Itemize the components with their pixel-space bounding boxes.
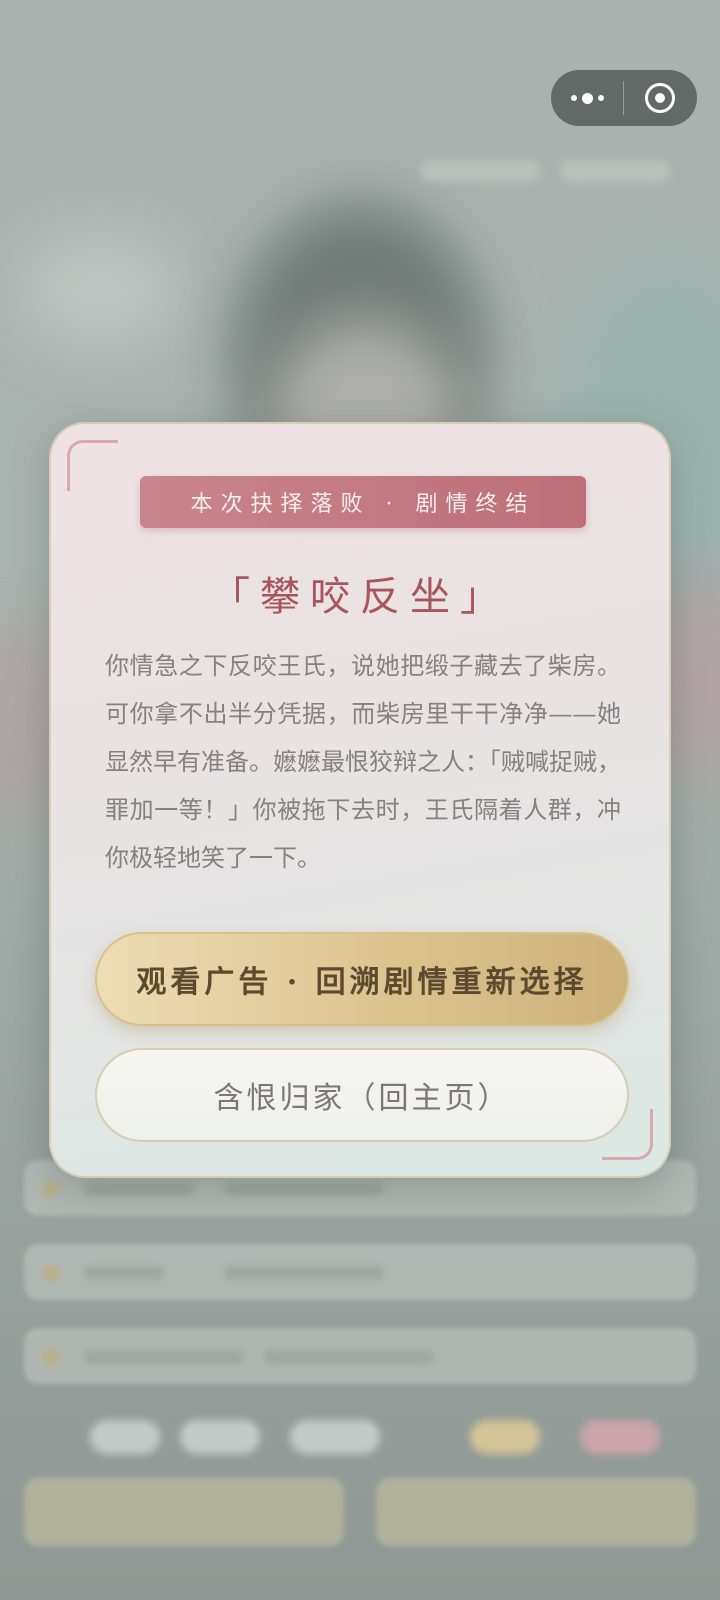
corner-ornament-top-left (67, 440, 118, 491)
watch-ad-rewind-button[interactable]: 观看广告 · 回溯剧情重新选择 (95, 932, 629, 1026)
ending-modal: 本次抉择落败 · 剧情终结 「攀咬反坐」 你情急之下反咬王氏，说她把缎子藏去了柴… (49, 422, 671, 1178)
ending-description: 你情急之下反咬王氏，说她把缎子藏去了柴房。可你拿不出半分凭据，而柴房里干干净净—… (105, 652, 621, 872)
background-tag-blur (180, 1420, 260, 1454)
background-bottom-button-blur (376, 1478, 696, 1546)
miniprogram-capsule (551, 70, 697, 126)
target-close-icon[interactable] (624, 70, 696, 126)
background-tag-blur (90, 1420, 160, 1454)
background-light-patch (20, 230, 180, 350)
background-tag-blur (290, 1420, 380, 1454)
background-choice-row (24, 1244, 696, 1300)
more-dots-icon[interactable] (551, 70, 623, 126)
return-home-button[interactable]: 含恨归家（回主页） (95, 1048, 629, 1142)
failure-banner: 本次抉择落败 · 剧情终结 (140, 476, 586, 528)
background-top-text-blur (560, 160, 670, 182)
ending-title: 「攀咬反坐」 (210, 574, 510, 620)
background-tag-blur (580, 1420, 660, 1454)
background-top-text-blur (420, 160, 540, 182)
background-tag-blur (470, 1420, 540, 1454)
background-choice-row (24, 1328, 696, 1384)
background-bottom-button-blur (24, 1478, 344, 1546)
